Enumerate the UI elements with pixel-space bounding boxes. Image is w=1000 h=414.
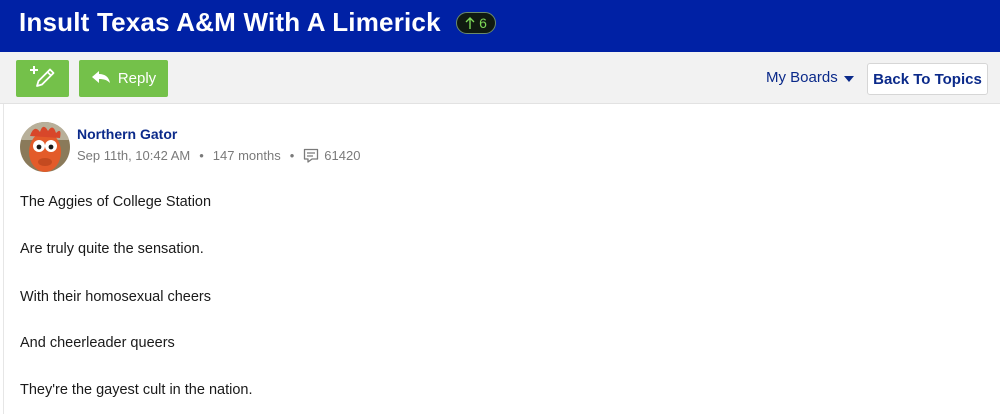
avatar[interactable] bbox=[20, 122, 70, 172]
comment-icon bbox=[303, 148, 319, 163]
author-name[interactable]: Northern Gator bbox=[77, 126, 177, 142]
my-boards-dropdown[interactable]: My Boards bbox=[766, 69, 854, 86]
post-body-line: The Aggies of College Station bbox=[20, 194, 212, 210]
caret-down-icon bbox=[843, 69, 854, 86]
reply-button[interactable]: Reply bbox=[79, 60, 168, 97]
post-body-line: They're the gayest cult in the nation. bbox=[20, 382, 253, 398]
reply-arrow-icon bbox=[91, 70, 111, 88]
separator-dot: • bbox=[199, 148, 204, 163]
vote-count: 6 bbox=[479, 15, 487, 31]
separator-dot: • bbox=[289, 148, 295, 163]
post-body-line: And cheerleader queers bbox=[20, 335, 175, 351]
vote-badge[interactable]: 6 bbox=[456, 12, 496, 34]
post-meta: Sep 11th, 10:42 AM • 147 months • 61420 bbox=[77, 148, 360, 163]
post-body-line: Are truly quite the sensation. bbox=[20, 241, 204, 257]
new-post-button[interactable] bbox=[16, 60, 69, 97]
post-date: Sep 11th, 10:42 AM bbox=[77, 148, 191, 163]
reply-label: Reply bbox=[117, 70, 157, 87]
thread-title: Insult Texas A&M With A Limerick bbox=[19, 7, 441, 37]
post-body-line: With their homosexual cheers bbox=[20, 289, 211, 305]
back-to-topics-button[interactable]: Back To Topics bbox=[867, 63, 988, 95]
post-count: 61420 bbox=[324, 148, 361, 163]
pencil-plus-icon bbox=[29, 62, 57, 95]
member-age: 147 months bbox=[212, 148, 281, 163]
my-boards-label: My Boards bbox=[766, 69, 838, 86]
up-arrow-icon bbox=[465, 16, 475, 30]
thread-header: Insult Texas A&M With A Limerick 6 bbox=[0, 0, 1000, 52]
toolbar: Reply My Boards Back To Topics bbox=[0, 52, 1000, 104]
